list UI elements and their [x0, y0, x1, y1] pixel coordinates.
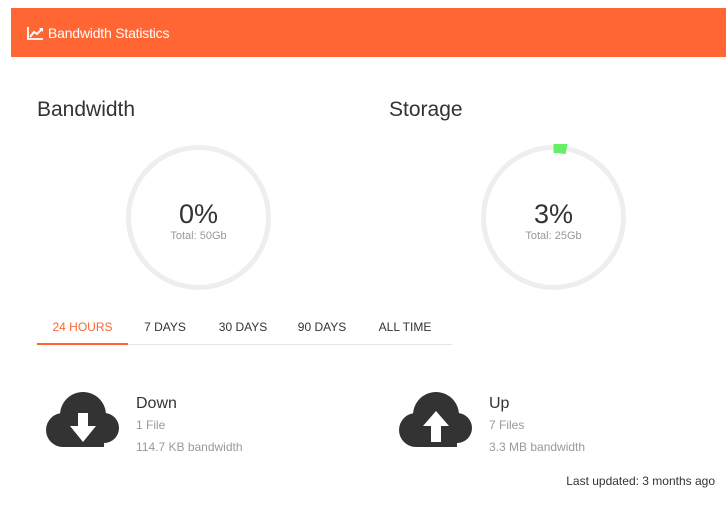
up-label: Up: [489, 395, 510, 412]
panel-header: Bandwidth Statistics: [11, 8, 726, 57]
tab-90-days[interactable]: 90 DAYS: [287, 311, 357, 345]
panel-title: Bandwidth Statistics: [48, 24, 170, 41]
bandwidth-title: Bandwidth: [37, 98, 136, 121]
bandwidth-gauge: 0% Total: 50Gb: [125, 144, 272, 291]
down-bandwidth: 114.7 KB bandwidth: [136, 440, 243, 454]
storage-gauge: 3% Total: 25Gb: [480, 144, 627, 291]
down-label: Down: [136, 395, 177, 412]
storage-percent: 3%: [533, 199, 574, 229]
up-bandwidth: 3.3 MB bandwidth: [489, 440, 586, 454]
tab-7-days[interactable]: 7 DAYS: [130, 311, 200, 345]
tab-all-time[interactable]: ALL TIME: [370, 311, 440, 345]
down-files: 1 File: [136, 418, 166, 432]
bandwidth-percent: 0%: [178, 199, 219, 229]
tab-24-hours[interactable]: 24 HOURS: [37, 311, 128, 345]
cloud-upload-icon: [399, 392, 472, 447]
storage-progress-arc: [553, 144, 568, 155]
up-files: 7 Files: [489, 418, 525, 432]
storage-total: Total: 25Gb: [525, 230, 582, 242]
cloud-download-icon: [46, 392, 119, 447]
bandwidth-statistics-panel: Bandwidth Statistics Bandwidth 0% Total:…: [0, 0, 726, 511]
tab-30-days[interactable]: 30 DAYS: [208, 311, 278, 345]
bandwidth-total: Total: 50Gb: [170, 230, 227, 242]
last-updated-text: Last updated: 3 months ago: [566, 474, 715, 488]
line-chart-icon: [27, 26, 43, 40]
storage-title: Storage: [389, 98, 463, 121]
time-range-tabs: 24 HOURS 7 DAYS 30 DAYS 90 DAYS ALL TIME: [37, 311, 452, 345]
